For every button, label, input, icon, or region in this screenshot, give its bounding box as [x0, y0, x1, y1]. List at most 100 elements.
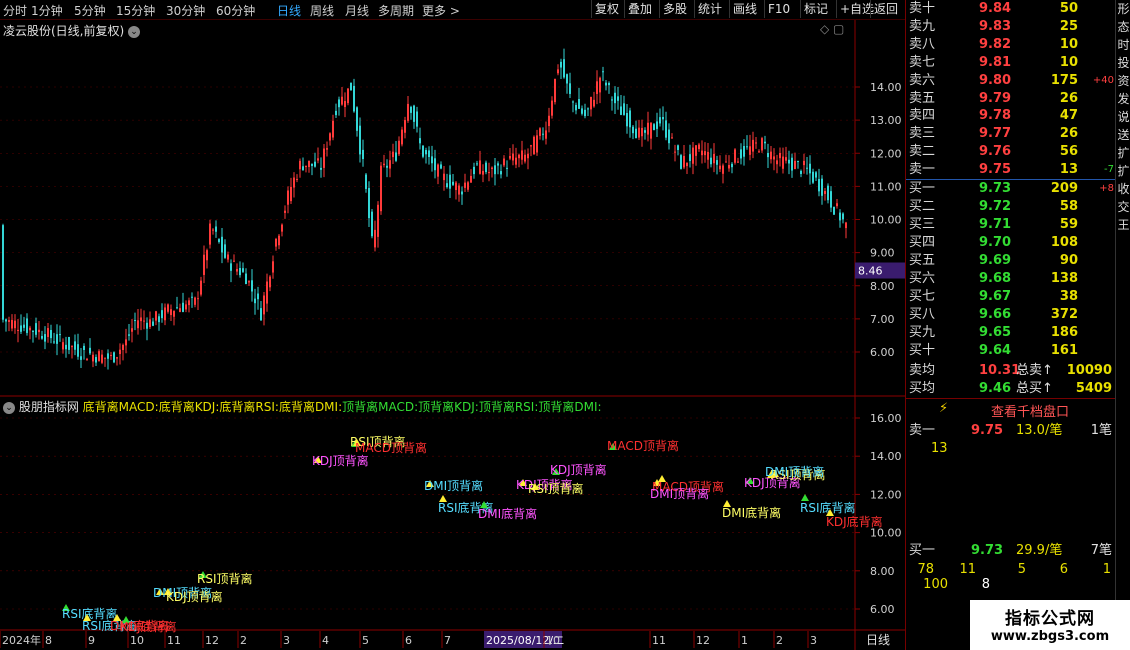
- candle-body: [515, 157, 517, 165]
- candle-body: [764, 141, 766, 144]
- toolbar-button-8[interactable]: 返回: [870, 0, 901, 18]
- date-label: 2: [776, 634, 783, 647]
- side-tab[interactable]: 送: [1116, 126, 1130, 144]
- toolbar-button-3[interactable]: 统计: [694, 0, 725, 18]
- candle-body: [689, 154, 691, 161]
- side-tab[interactable]: 收: [1116, 180, 1130, 198]
- candle-body: [716, 160, 718, 165]
- period-tab-1[interactable]: 1分钟: [31, 2, 63, 19]
- candle-body: [329, 133, 331, 141]
- ask-row[interactable]: 卖十 9.84 50: [906, 0, 1116, 18]
- ask-row[interactable]: 卖六 9.80 175 +40: [906, 72, 1116, 90]
- period-tab-9[interactable]: 多周期: [378, 2, 414, 19]
- bid-row[interactable]: 买六 9.68 138: [906, 270, 1116, 288]
- divergence-label: DMI底背离: [722, 505, 781, 520]
- price-tick-label: 14.00: [870, 81, 902, 94]
- candle-body: [647, 122, 649, 135]
- candle-body: [179, 308, 181, 312]
- bid-row[interactable]: 买十 9.64 161: [906, 342, 1116, 360]
- candle-body: [644, 130, 646, 133]
- side-tab[interactable]: 交: [1116, 198, 1130, 216]
- bid-row[interactable]: 买四 9.70 108: [906, 234, 1116, 252]
- candle-body: [500, 171, 502, 175]
- side-tab[interactable]: 时: [1116, 36, 1130, 54]
- candle-body: [335, 110, 337, 116]
- bid-row[interactable]: 买一 9.73 209 +8: [906, 180, 1116, 198]
- depth-link-label[interactable]: 查看千档盘口: [991, 405, 1069, 420]
- bid-row[interactable]: 买七 9.67 38: [906, 288, 1116, 306]
- candle-body: [416, 111, 418, 127]
- chart-settings-icons[interactable]: ◇ ▢: [820, 22, 844, 36]
- depth-link[interactable]: ⚡ 查看千档盘口: [939, 401, 1069, 420]
- bid-row[interactable]: 买八 9.66 372: [906, 306, 1116, 324]
- period-tab-4[interactable]: 30分钟: [166, 2, 205, 19]
- candle-body: [779, 153, 781, 159]
- toolbar-button-2[interactable]: 多股: [659, 0, 690, 18]
- candle-body: [368, 188, 370, 219]
- bid-row[interactable]: 买五 9.69 90: [906, 252, 1116, 270]
- side-tab-strip[interactable]: 形态时投资发说送扩扩收交王: [1115, 0, 1130, 650]
- candle-body: [539, 128, 541, 136]
- divergence-label: RSI顶背离: [197, 571, 253, 586]
- side-tab[interactable]: 态: [1116, 18, 1130, 36]
- chevron-down-icon[interactable]: ⌄: [128, 25, 141, 38]
- bid-row[interactable]: 买二 9.72 58: [906, 198, 1116, 216]
- toolbar-button-0[interactable]: 复权: [591, 0, 622, 18]
- level-volume: 47: [1059, 108, 1078, 124]
- ask-row[interactable]: 卖二 9.76 56: [906, 143, 1116, 161]
- date-label: 2024年: [2, 633, 41, 647]
- side-tab[interactable]: 说: [1116, 108, 1130, 126]
- candle-body: [554, 78, 556, 103]
- bid-row[interactable]: 买九 9.65 186: [906, 324, 1116, 342]
- candle-body: [533, 136, 535, 155]
- period-tab-7[interactable]: 周线: [310, 2, 334, 19]
- toolbar-button-4[interactable]: 画线: [729, 0, 760, 18]
- period-tab-5[interactable]: 60分钟: [216, 2, 255, 19]
- period-tab-8[interactable]: 月线: [345, 2, 369, 19]
- ask-row[interactable]: 卖四 9.78 47: [906, 107, 1116, 125]
- ask-row[interactable]: 卖七 9.81 10: [906, 54, 1116, 72]
- indicator-name[interactable]: 股朋指标网: [19, 400, 79, 414]
- candle-body: [680, 155, 682, 169]
- toolbar-button-6[interactable]: 标记: [800, 0, 831, 18]
- candle-body: [227, 254, 229, 260]
- ask-row[interactable]: 卖五 9.79 26: [906, 90, 1116, 108]
- chevron-down-icon[interactable]: ⌄: [3, 401, 15, 414]
- ask-row[interactable]: 卖一 9.75 13 -7: [906, 161, 1116, 179]
- legend-item: 顶背离RSI:: [478, 400, 539, 414]
- period-tab-2[interactable]: 5分钟: [74, 2, 106, 19]
- side-tab[interactable]: 投: [1116, 54, 1130, 72]
- side-tab[interactable]: 形: [1116, 0, 1130, 18]
- toolbar-button-1[interactable]: 叠加: [624, 0, 655, 18]
- period-tab-10[interactable]: 更多 >: [422, 2, 460, 19]
- period-label[interactable]: 日线: [866, 633, 890, 647]
- candle-body: [98, 351, 100, 362]
- period-tab-3[interactable]: 15分钟: [116, 2, 155, 19]
- candle-body: [794, 160, 796, 170]
- ask-row[interactable]: 卖九 9.83 25: [906, 18, 1116, 36]
- period-toolbar: 分时 1分钟 5分钟 15分钟 30分钟 60分钟 日线 周线 月线 多周期 更多 > 复权 叠加 多股统…: [0, 0, 905, 20]
- candle-body: [740, 149, 742, 159]
- period-tab-6[interactable]: 日线: [277, 2, 301, 19]
- candle-body: [479, 160, 481, 174]
- side-tab[interactable]: 扩: [1116, 144, 1130, 162]
- stock-title[interactable]: 凌云股份(日线,前复权) ⌄: [3, 22, 141, 39]
- date-label: 5: [362, 634, 369, 647]
- side-tab[interactable]: 资: [1116, 72, 1130, 90]
- toolbar-button-5[interactable]: F10: [764, 0, 793, 18]
- candle-body: [509, 156, 511, 159]
- side-tab[interactable]: 发: [1116, 90, 1130, 108]
- candle-body: [749, 146, 751, 155]
- ask-row[interactable]: 卖八 9.82 10: [906, 36, 1116, 54]
- candle-body: [596, 81, 598, 94]
- date-label: 3: [810, 634, 817, 647]
- side-tab[interactable]: 王: [1116, 216, 1130, 234]
- level-change: +40: [1092, 74, 1114, 86]
- side-tab[interactable]: 扩: [1116, 162, 1130, 180]
- candle-body: [347, 88, 349, 104]
- ask-row[interactable]: 卖三 9.77 26: [906, 125, 1116, 143]
- bid-row[interactable]: 买三 9.71 59: [906, 216, 1116, 234]
- period-tab-0[interactable]: 分时: [3, 2, 27, 19]
- chart-area[interactable]: 14.00 13.00 12.00 11.00 10.00 9.00 8.00 7.00 6.0…: [0, 20, 905, 650]
- candle-body: [266, 281, 268, 304]
